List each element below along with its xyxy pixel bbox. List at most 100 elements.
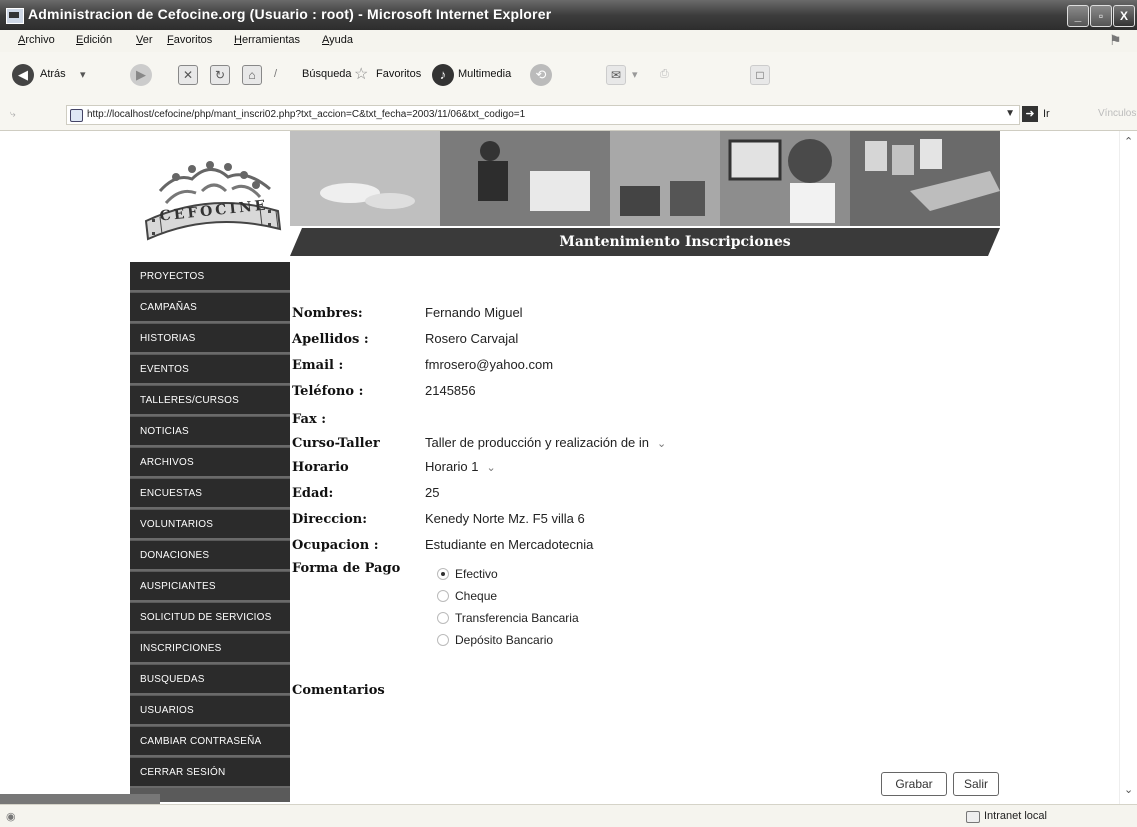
radio-button-checked[interactable] <box>437 567 449 580</box>
cefocine-logo: CEFOCINE <box>130 131 290 261</box>
label-horario: Horario <box>292 460 349 475</box>
stop-icon[interactable]: ✕ <box>178 65 198 85</box>
multimedia-icon[interactable]: ♪ <box>432 64 454 86</box>
radio-cheque[interactable]: Cheque <box>437 589 497 603</box>
page-viewport: CEFOCINE Mantenimiento Inscripciones PRO… <box>0 131 1119 804</box>
address-url[interactable]: http://localhost/cefocine/php/mant_inscr… <box>87 109 525 120</box>
links-label[interactable]: Vínculos <box>1098 108 1136 119</box>
radio-button[interactable] <box>437 611 449 624</box>
history-icon[interactable]: ⟲ <box>530 64 552 86</box>
back-button-label[interactable]: Atrás <box>40 68 66 80</box>
favorites-button-label[interactable]: Favoritos <box>376 68 421 80</box>
messenger-icon[interactable]: □ <box>750 65 770 85</box>
chevron-down-icon[interactable]: ⌄ <box>657 438 666 450</box>
value-direccion: Kenedy Norte Mz. F5 villa 6 <box>425 511 585 526</box>
radio-transferencia-label: Transferencia Bancaria <box>455 611 579 625</box>
nav-cambiar-contrasena[interactable]: CAMBIAR CONTRASEÑA <box>130 727 290 757</box>
label-ocupacion: Ocupacion : <box>292 538 379 553</box>
page-title-bar: Mantenimiento Inscripciones <box>290 228 1000 256</box>
nav-voluntarios[interactable]: VOLUNTARIOS <box>130 510 290 540</box>
scroll-up-icon[interactable]: ⌃ <box>1124 135 1133 148</box>
close-button[interactable]: X <box>1113 5 1135 27</box>
nav-inscripciones[interactable]: INSCRIPCIONES <box>130 634 290 664</box>
nav-campanas[interactable]: CAMPAÑAS <box>130 293 290 323</box>
value-edad: 25 <box>425 485 440 500</box>
radio-button[interactable] <box>437 589 449 602</box>
side-navigation: PROYECTOS CAMPAÑAS HISTORIAS EVENTOS TAL… <box>130 262 290 802</box>
page-icon <box>70 109 83 122</box>
nav-busquedas[interactable]: BUSQUEDAS <box>130 665 290 695</box>
mail-icon[interactable]: ✉ <box>606 65 626 85</box>
menu-herramientas[interactable]: Herramientas <box>234 34 300 46</box>
nav-encuestas[interactable]: ENCUESTAS <box>130 479 290 509</box>
nav-usuarios[interactable]: USUARIOS <box>130 696 290 726</box>
label-comentarios: Comentarios <box>292 683 385 698</box>
print-icon[interactable]: ⎙ <box>660 68 669 81</box>
page-title: Mantenimiento Inscripciones <box>559 234 791 250</box>
menu-edicion[interactable]: Edición <box>76 34 112 46</box>
radio-deposito[interactable]: Depósito Bancario <box>437 633 553 647</box>
radio-transferencia[interactable]: Transferencia Bancaria <box>437 611 579 625</box>
radio-deposito-label: Depósito Bancario <box>455 633 554 647</box>
ie-window-icon <box>6 8 24 24</box>
go-button-label[interactable]: Ir <box>1043 108 1050 120</box>
multimedia-button-label[interactable]: Multimedia <box>458 68 511 80</box>
curso-taller-select[interactable]: Taller de producción y realización de in… <box>425 435 666 450</box>
nav-solicitud-servicios[interactable]: SOLICITUD DE SERVICIOS <box>130 603 290 633</box>
menu-ver[interactable]: Ver <box>136 34 153 46</box>
label-edad: Edad: <box>292 486 334 501</box>
radio-button[interactable] <box>437 633 449 646</box>
nav-proyectos[interactable]: PROYECTOS <box>130 262 290 292</box>
banner-collage <box>290 131 1000 226</box>
search-button-label[interactable]: Búsqueda <box>302 68 352 80</box>
chevron-down-icon[interactable]: ⌄ <box>486 462 495 474</box>
scroll-down-icon[interactable]: ⌄ <box>1124 783 1133 796</box>
windows-flag-icon: ⚑ <box>1109 32 1122 48</box>
salir-button[interactable]: Salir <box>953 772 999 796</box>
title-bar: Administracion de Cefocine.org (Usuario … <box>0 0 1137 30</box>
label-apellidos: Apellidos : <box>292 332 369 347</box>
refresh-icon[interactable]: ↻ <box>210 65 230 85</box>
nav-historias[interactable]: HISTORIAS <box>130 324 290 354</box>
address-dropdown-icon[interactable]: ▼ <box>1005 108 1015 119</box>
value-telefono: 2145856 <box>425 383 476 398</box>
label-curso-taller: Curso-Taller <box>292 436 380 451</box>
value-email: fmrosero@yahoo.com <box>425 357 554 372</box>
maximize-button[interactable]: ▫ <box>1090 5 1112 27</box>
back-arrow-icon[interactable]: ◀ <box>12 64 34 86</box>
separator-icon: / <box>274 68 278 80</box>
nav-cerrar-sesion[interactable]: CERRAR SESIÓN <box>130 758 290 788</box>
value-nombres: Fernando Miguel <box>425 305 523 320</box>
address-label-icon: ⤷ <box>10 109 16 120</box>
security-zone-label: Intranet local <box>984 810 1047 822</box>
grabar-button[interactable]: Grabar <box>881 772 947 796</box>
horario-select[interactable]: Horario 1 ⌄ <box>425 459 496 474</box>
label-email: Email : <box>292 358 344 373</box>
address-input[interactable]: http://localhost/cefocine/php/mant_inscr… <box>66 105 1020 125</box>
home-icon[interactable]: ⌂ <box>242 65 262 85</box>
menu-favoritos[interactable]: Favoritos <box>167 34 212 46</box>
nav-talleres-cursos[interactable]: TALLERES/CURSOS <box>130 386 290 416</box>
radio-efectivo[interactable]: Efectivo <box>437 567 498 581</box>
mail-dropdown-icon[interactable]: ▾ <box>632 68 638 81</box>
vertical-scrollbar[interactable]: ⌃ ⌄ <box>1119 131 1137 804</box>
nav-eventos[interactable]: EVENTOS <box>130 355 290 385</box>
toolbar: ◀ Atrás ▾ ▶ ✕ ↻ ⌂ / Búsqueda ☆ Favoritos… <box>0 52 1137 101</box>
nav-footer-bar <box>0 794 160 804</box>
back-dropdown-icon[interactable]: ▾ <box>80 68 86 81</box>
radio-cheque-label: Cheque <box>455 589 498 603</box>
minimize-button[interactable]: _ <box>1067 5 1089 27</box>
label-forma-pago: Forma de Pago <box>292 561 401 576</box>
go-arrow-icon[interactable]: ➜ <box>1022 106 1038 122</box>
window-title: Administracion de Cefocine.org (Usuario … <box>28 6 552 22</box>
nav-auspiciantes[interactable]: AUSPICIANTES <box>130 572 290 602</box>
nav-donaciones[interactable]: DONACIONES <box>130 541 290 571</box>
favorites-star-icon[interactable]: ☆ <box>354 64 368 84</box>
nav-archivos[interactable]: ARCHIVOS <box>130 448 290 478</box>
menu-ayuda[interactable]: Ayuda <box>322 34 353 46</box>
address-bar: ⤷ http://localhost/cefocine/php/mant_ins… <box>0 100 1137 131</box>
nav-noticias[interactable]: NOTICIAS <box>130 417 290 447</box>
logo-graphic <box>144 161 282 241</box>
label-direccion: Direccion: <box>292 512 368 527</box>
menu-archivo[interactable]: Archivo <box>18 34 55 46</box>
